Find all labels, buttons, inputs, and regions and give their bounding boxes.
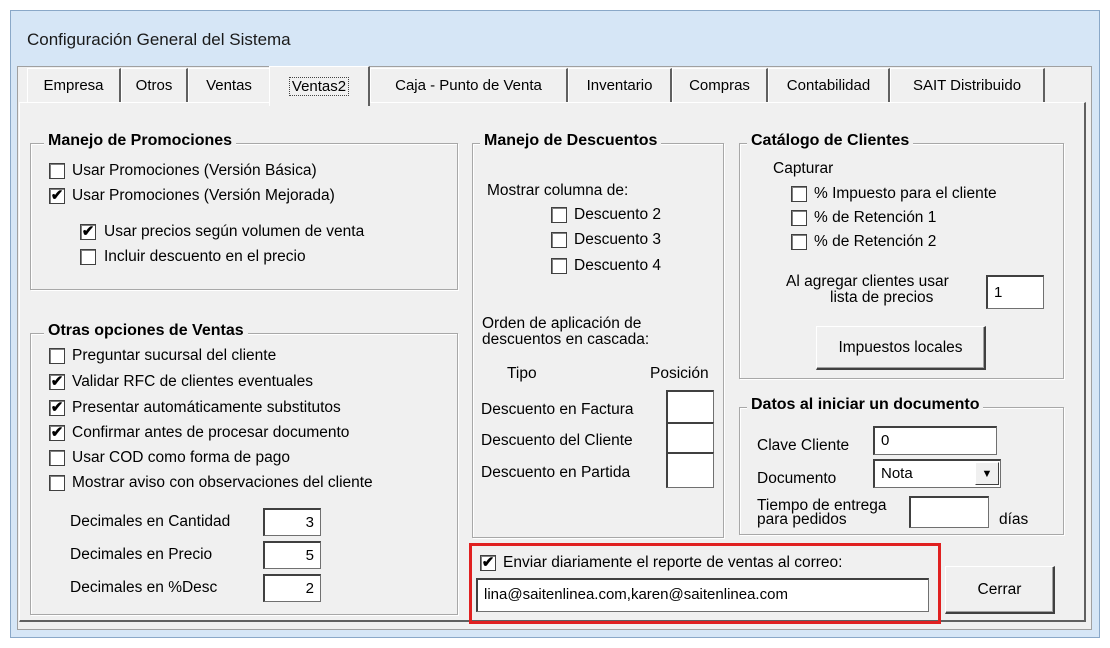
tab-label: Compras — [689, 77, 750, 94]
checkbox-label: % de Retención 2 — [814, 233, 937, 250]
tab-label: Inventario — [586, 77, 653, 94]
tiempo-entrega-field[interactable] — [909, 496, 989, 528]
checkbox-retencion-2[interactable] — [791, 234, 807, 250]
email-field[interactable]: lina@saitenlinea.com,karen@saitenlinea.c… — [476, 578, 929, 612]
checkbox-label: % de Retención 1 — [814, 209, 937, 226]
posicion-header: Posición — [650, 365, 709, 382]
tab-contabilidad[interactable]: Contabilidad — [768, 68, 890, 102]
orden-aplicacion-label-2: descuentos en cascada: — [482, 331, 650, 348]
tab-compras[interactable]: Compras — [672, 68, 768, 102]
checkbox-label: % Impuesto para el cliente — [814, 185, 997, 202]
descuento-factura-posicion[interactable] — [666, 390, 714, 426]
checkbox-descuento-3[interactable] — [551, 232, 567, 248]
tab-label: Empresa — [43, 77, 104, 94]
lista-precios-field[interactable]: 1 — [986, 275, 1044, 309]
documento-select[interactable]: Nota ▼ — [873, 459, 1001, 488]
tab-label: Contabilidad — [786, 77, 871, 94]
decimales-cantidad-field[interactable]: 3 — [263, 508, 321, 536]
clave-cliente-label: Clave Cliente — [757, 437, 850, 454]
checkbox-mostrar-aviso[interactable] — [49, 475, 65, 491]
checkbox-label: Incluir descuento en el precio — [104, 248, 306, 265]
checkbox-presentar-substitutos[interactable]: ✔ — [49, 400, 65, 416]
checkbox-label: Usar Promociones (Versión Mejorada) — [72, 187, 335, 204]
checkbox-label: Usar Promociones (Versión Básica) — [72, 162, 317, 179]
group-title-otras: Otras opciones de Ventas — [44, 322, 248, 340]
group-title-descuentos: Manejo de Descuentos — [480, 132, 662, 150]
checkbox-descuento-2[interactable] — [551, 207, 567, 223]
checkbox-impuesto-cliente[interactable] — [791, 186, 807, 202]
checkbox-label: Mostrar aviso con observaciones del clie… — [72, 474, 373, 491]
checkbox-label: Confirmar antes de procesar documento — [72, 424, 350, 441]
dias-label: días — [999, 511, 1029, 528]
checkbox-promociones-mejorada[interactable]: ✔ — [49, 188, 65, 204]
tab-ventas2[interactable]: Ventas2 — [269, 66, 370, 106]
checkbox-confirmar-documento[interactable]: ✔ — [49, 425, 65, 441]
checkbox-validar-rfc[interactable]: ✔ — [49, 374, 65, 390]
descuento-partida-label: Descuento en Partida — [481, 464, 631, 481]
check-icon: ✔ — [50, 399, 64, 416]
decimales-desc-label: Decimales en %Desc — [70, 579, 218, 596]
tab-label: Caja - Punto de Venta — [395, 77, 542, 94]
tab-inventario[interactable]: Inventario — [568, 68, 672, 102]
check-icon: ✔ — [50, 373, 64, 390]
checkbox-label: Usar precios según volumen de venta — [104, 223, 365, 240]
tab-sait-distribuido[interactable]: SAIT Distribuido — [890, 68, 1045, 102]
cerrar-button[interactable]: Cerrar — [945, 566, 1055, 614]
tab-label: Ventas2 — [288, 77, 350, 96]
checkbox-label: Presentar automáticamente substitutos — [72, 399, 341, 416]
documento-value: Nota — [881, 465, 913, 482]
tab-caja-punto-de-venta[interactable]: Caja - Punto de Venta — [370, 68, 568, 102]
checkbox-usar-cod[interactable] — [49, 450, 65, 466]
group-title-datos: Datos al iniciar un documento — [747, 396, 984, 414]
checkbox-label: Validar RFC de clientes eventuales — [72, 373, 313, 390]
checkbox-descuento-4[interactable] — [551, 258, 567, 274]
checkbox-label: Preguntar sucursal del cliente — [72, 347, 277, 364]
tab-label: Ventas — [206, 77, 252, 94]
checkbox-label: Descuento 4 — [574, 257, 662, 274]
checkbox-label: Usar COD como forma de pago — [72, 449, 290, 466]
window-title: Configuración General del Sistema — [27, 30, 291, 49]
group-title-promociones: Manejo de Promociones — [44, 132, 237, 150]
mostrar-columna-label: Mostrar columna de: — [487, 182, 629, 199]
tab-label: SAIT Distribuido — [912, 77, 1022, 94]
checkbox-label: Descuento 3 — [574, 231, 662, 248]
tab-empresa[interactable]: Empresa — [27, 68, 121, 102]
decimales-precio-field[interactable]: 5 — [263, 541, 321, 569]
checkbox-precios-volumen[interactable]: ✔ — [80, 224, 96, 240]
tab-label: Otros — [135, 77, 173, 94]
impuestos-locales-button[interactable]: Impuestos locales — [816, 326, 986, 370]
tab-ventas[interactable]: Ventas — [188, 68, 271, 102]
check-icon: ✔ — [481, 554, 495, 571]
tab-otros[interactable]: Otros — [121, 68, 188, 102]
descuento-partida-posicion[interactable] — [666, 452, 714, 488]
descuento-cliente-label: Descuento del Cliente — [481, 432, 633, 449]
check-icon: ✔ — [50, 424, 64, 441]
decimales-precio-label: Decimales en Precio — [70, 546, 213, 563]
enviar-reporte-label: Enviar diariamente el reporte de ventas … — [503, 554, 843, 571]
decimales-cantidad-label: Decimales en Cantidad — [70, 513, 231, 530]
check-icon: ✔ — [50, 187, 64, 204]
checkbox-preguntar-sucursal[interactable] — [49, 348, 65, 364]
checkbox-enviar-reporte[interactable]: ✔ — [480, 555, 496, 571]
checkbox-retencion-1[interactable] — [791, 210, 807, 226]
tipo-header: Tipo — [507, 365, 537, 382]
documento-label: Documento — [757, 470, 837, 487]
decimales-desc-field[interactable]: 2 — [263, 574, 321, 602]
clave-cliente-field[interactable]: 0 — [873, 426, 997, 455]
descuento-factura-label: Descuento en Factura — [481, 401, 634, 418]
checkbox-promociones-basica[interactable] — [49, 163, 65, 179]
checkbox-label: Descuento 2 — [574, 206, 662, 223]
lista-precios-label-2: lista de precios — [830, 289, 934, 306]
capturar-label: Capturar — [773, 160, 834, 177]
chevron-down-icon[interactable]: ▼ — [975, 462, 999, 485]
group-title-clientes: Catálogo de Clientes — [747, 132, 914, 150]
descuento-cliente-posicion[interactable] — [666, 422, 714, 456]
tiempo-entrega-label-2: para pedidos — [757, 511, 847, 528]
check-icon: ✔ — [81, 223, 95, 240]
checkbox-incluir-descuento[interactable] — [80, 249, 96, 265]
